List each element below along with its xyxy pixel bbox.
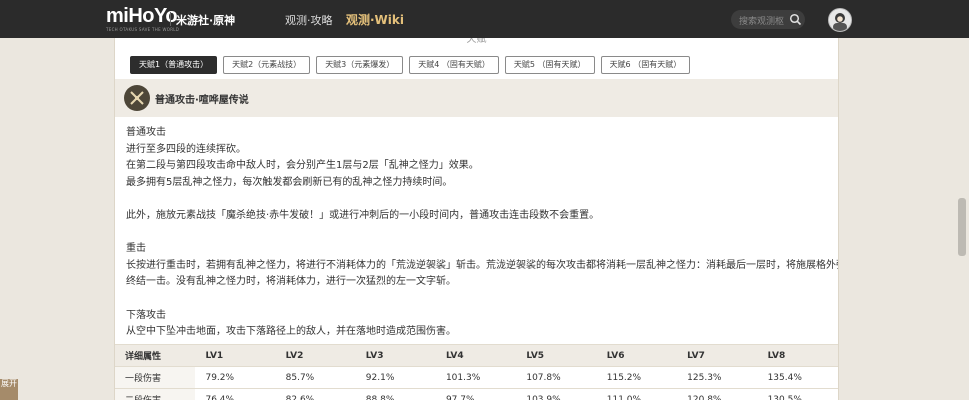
section-title: 天赋 — [466, 38, 487, 45]
mihoyo-logo[interactable]: miHoYo — [106, 6, 178, 26]
desc-spacer — [126, 225, 832, 242]
brand-link[interactable]: 米游社·原神 — [176, 12, 235, 28]
table-cell: 107.8% — [516, 366, 597, 389]
table-cell: 二段伤害 — [115, 388, 196, 400]
desc-line: 进行至多四段的连续挥砍。 — [126, 143, 246, 155]
desc-line: 下落攻击 — [126, 309, 166, 321]
talent-tabs: 天赋1（普通攻击） 天赋2（元素战技） 天赋3（元素爆发） 天赋4 （固有天赋）… — [130, 56, 696, 74]
brand-divider — [170, 12, 171, 26]
tab-talent-6[interactable]: 天赋6 （固有天赋） — [600, 56, 691, 74]
table-header: LV1 — [195, 344, 276, 367]
table-row: 一段伤害 79.2% 85.7% 92.1% 101.3% 107.8% 115… — [115, 366, 838, 389]
desc-line: 最多拥有5层乱神之怪力，每次触发都会刷新已有的乱神之怪力持续时间。 — [126, 176, 453, 188]
top-nav-bar: miHoYo TECH OTAKUS SAVE THE WORLD 米游社·原神… — [0, 0, 969, 38]
tab-talent-1[interactable]: 天赋1（普通攻击） — [130, 56, 218, 74]
table-cell: 92.1% — [355, 366, 436, 389]
desc-line: 从空中下坠冲击地面，攻击下落路径上的敌人，并在落地时造成范围伤害。 — [126, 326, 456, 338]
attribute-table: 详细属性 LV1 LV2 LV3 LV4 LV5 LV6 LV7 LV8 一段伤… — [115, 344, 838, 400]
table-header: LV4 — [435, 344, 517, 367]
tab-talent-3[interactable]: 天赋3（元素爆发） — [316, 56, 404, 74]
table-cell: 79.2% — [195, 366, 276, 389]
desc-line: 此外，施放元素战技「魔杀绝技·赤牛发破！」或进行冲刺后的一小段时间内，普通攻击连… — [126, 209, 600, 221]
desc-line: 普通攻击 — [126, 127, 166, 138]
table-header: LV8 — [757, 344, 838, 367]
avatar-icon — [829, 9, 851, 31]
desc-spacer — [126, 291, 832, 308]
table-cell: 一段伤害 — [115, 366, 196, 389]
table-header: LV5 — [516, 344, 597, 367]
logo-tagline: TECH OTAKUS SAVE THE WORLD — [106, 27, 180, 32]
table-cell: 115.2% — [596, 366, 678, 389]
table-row: 二段伤害 76.4% 82.6% 88.8% 97.7% 103.9% 111.… — [115, 388, 838, 400]
skill-name: 普通攻击·喧哗屋传说 — [155, 95, 249, 106]
table-header-row: 详细属性 LV1 LV2 LV3 LV4 LV5 LV6 LV7 LV8 — [115, 344, 838, 367]
table-cell: 125.3% — [677, 366, 758, 389]
table-cell: 130.5% — [757, 388, 838, 400]
table-cell: 76.4% — [195, 388, 276, 400]
expand-button[interactable]: 展开 — [0, 379, 18, 400]
table-cell: 82.6% — [275, 388, 356, 400]
page-scrollbar[interactable] — [958, 198, 966, 256]
table-cell: 103.9% — [516, 388, 597, 400]
nav-wiki[interactable]: 观测·Wiki — [346, 11, 404, 28]
tab-talent-2[interactable]: 天赋2（元素战技） — [223, 56, 311, 74]
talent-panel: 天赋 天赋1（普通攻击） 天赋2（元素战技） 天赋3（元素爆发） 天赋4 （固有… — [114, 38, 839, 400]
search-box[interactable]: 搜索观测枢 — [731, 10, 805, 29]
table-cell: 85.7% — [275, 366, 356, 389]
table-header: LV3 — [355, 344, 436, 367]
tab-talent-4[interactable]: 天赋4 （固有天赋） — [409, 56, 499, 74]
table-header: 详细属性 — [115, 344, 196, 367]
desc-line: 终结一击。没有乱神之怪力时，将消耗体力，进行一次猛烈的左一文字斩。 — [126, 276, 456, 288]
table-cell: 120.8% — [677, 388, 758, 400]
nav-guides[interactable]: 观测·攻略 — [285, 12, 333, 28]
skill-description: 普通攻击 进行至多四段的连续挥砍。 在第二段与第四段攻击命中敌人时，会分别产生1… — [126, 125, 839, 341]
table-cell: 88.8% — [355, 388, 436, 400]
tab-talent-5[interactable]: 天赋5 （固有天赋） — [504, 56, 595, 74]
table-cell: 135.4% — [757, 366, 838, 389]
table-cell: 111.0% — [596, 388, 678, 400]
table-header: LV7 — [677, 344, 758, 367]
table-cell: 97.7% — [435, 388, 517, 400]
search-placeholder[interactable]: 搜索观测枢 — [739, 14, 784, 27]
desc-spacer — [126, 191, 832, 208]
skill-header: 普通攻击·喧哗屋传说 — [115, 79, 838, 117]
desc-line: 长按进行重击时，若拥有乱神之怪力，将进行不消耗体力的「荒泷逆袈裟」斩击。荒泷逆袈… — [126, 259, 839, 271]
desc-line: 在第二段与第四段攻击命中敌人时，会分别产生1层与2层「乱神之怪力」效果。 — [126, 160, 479, 172]
sword-skill-icon — [124, 85, 150, 111]
desc-line: 重击 — [126, 243, 146, 255]
user-avatar[interactable] — [828, 8, 852, 32]
table-header: LV6 — [596, 344, 678, 367]
table-header: LV2 — [275, 344, 356, 367]
table-cell: 101.3% — [435, 366, 517, 389]
search-icon[interactable] — [789, 13, 802, 26]
